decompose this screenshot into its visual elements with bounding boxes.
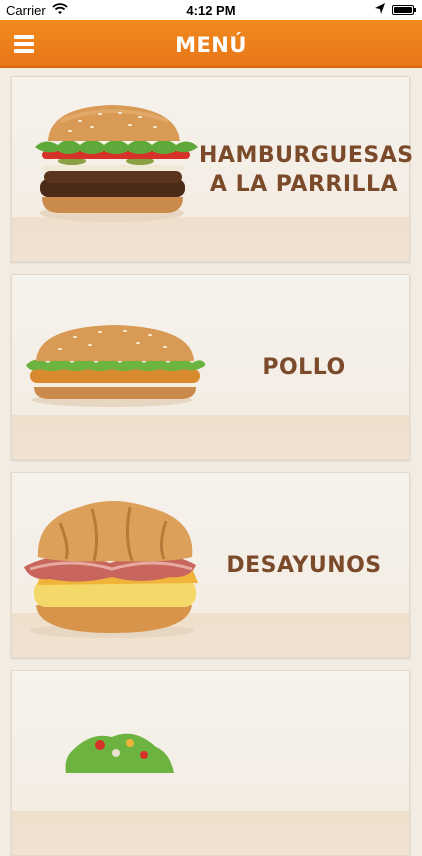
status-bar: Carrier 4:12 PM [0, 0, 422, 20]
category-label: POLLO [199, 353, 409, 382]
page-title: MENÚ [175, 33, 247, 57]
category-label-line1: POLLO [262, 355, 346, 380]
location-arrow-icon [374, 2, 386, 19]
category-label: HAMBURGUESAS A LA PARRILLA [199, 141, 414, 199]
category-label-line1: HAMBURGUESAS [199, 143, 414, 168]
battery-icon [392, 5, 416, 15]
category-card-pollo[interactable]: POLLO [11, 274, 410, 460]
breakfast-croissant-image [24, 501, 198, 638]
category-card-hamburguesas[interactable]: HAMBURGUESAS A LA PARRILLA [11, 76, 414, 262]
category-label: DESAYUNOS [199, 551, 409, 580]
clock: 4:12 PM [186, 3, 236, 18]
category-label-line1: DESAYUNOS [226, 553, 382, 578]
nav-bar: MENÚ [0, 20, 422, 68]
category-card-ensaladas[interactable] [11, 670, 410, 856]
chicken-sandwich-image [26, 325, 205, 407]
category-card-desayunos[interactable]: DESAYUNOS [11, 472, 410, 658]
salad-image [65, 733, 174, 773]
burger-image [35, 105, 198, 222]
category-label-line2: A LA PARRILLA [209, 172, 399, 197]
